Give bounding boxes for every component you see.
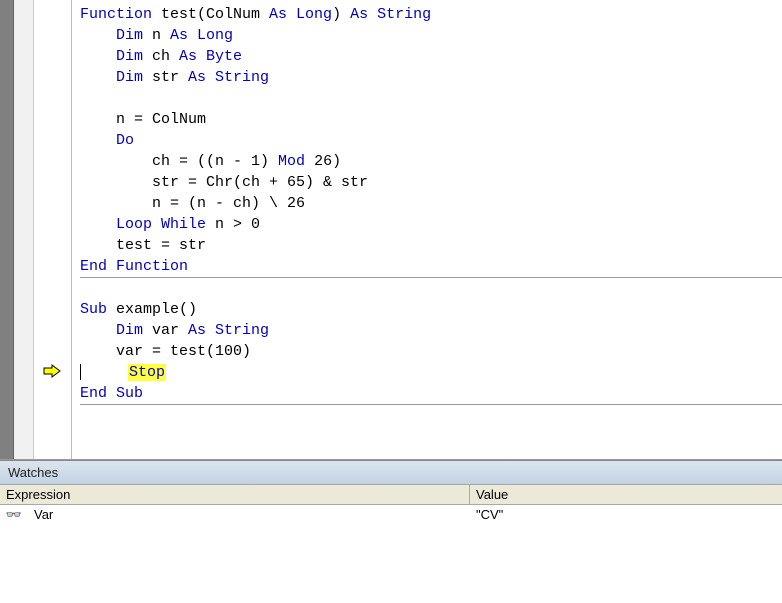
code-line[interactable]: Stop <box>80 362 782 383</box>
code-line[interactable]: n = (n - ch) \ 26 <box>80 193 782 214</box>
code-line[interactable]: n = ColNum <box>80 109 782 130</box>
code-line[interactable]: Dim str As String <box>80 67 782 88</box>
code-line[interactable]: End Function <box>80 256 782 277</box>
watches-panel: Watches Expression Value 👓Var"CV" <box>0 460 782 603</box>
code-line[interactable] <box>80 88 782 109</box>
code-line[interactable]: Dim ch As Byte <box>80 46 782 67</box>
watches-header-expression[interactable]: Expression <box>0 485 470 504</box>
code-line[interactable]: str = Chr(ch + 65) & str <box>80 172 782 193</box>
watch-value: "CV" <box>470 507 782 523</box>
code-line[interactable]: Do <box>80 130 782 151</box>
breakpoint-gutter[interactable] <box>14 0 34 459</box>
execution-arrow-icon <box>42 364 62 378</box>
code-line[interactable]: var = test(100) <box>80 341 782 362</box>
code-line[interactable]: Loop While n > 0 <box>80 214 782 235</box>
code-line[interactable]: Sub example() <box>80 299 782 320</box>
code-line[interactable]: test = str <box>80 235 782 256</box>
watches-header: Expression Value <box>0 485 782 505</box>
outer-gutter <box>0 0 14 459</box>
watches-body: 👓Var"CV" <box>0 505 782 603</box>
code-line[interactable]: Dim n As Long <box>80 25 782 46</box>
watches-header-value[interactable]: Value <box>470 485 782 504</box>
procedure-separator <box>80 404 782 405</box>
watches-title: Watches <box>0 461 782 485</box>
code-editor: Function test(ColNum As Long) As String … <box>0 0 782 460</box>
highlighted-stop: Stop <box>128 364 166 381</box>
code-line[interactable] <box>80 278 782 299</box>
code-line[interactable]: Function test(ColNum As Long) As String <box>80 4 782 25</box>
watch-expression[interactable]: Var <box>28 507 470 523</box>
glasses-icon: 👓 <box>0 507 28 523</box>
code-pane[interactable]: Function test(ColNum As Long) As String … <box>72 0 782 459</box>
watch-row[interactable]: 👓Var"CV" <box>0 505 782 525</box>
code-line[interactable]: Dim var As String <box>80 320 782 341</box>
code-line[interactable]: ch = ((n - 1) Mod 26) <box>80 151 782 172</box>
code-line[interactable]: End Sub <box>80 383 782 404</box>
margin-indicator-gutter <box>34 0 72 459</box>
text-cursor <box>80 364 81 380</box>
